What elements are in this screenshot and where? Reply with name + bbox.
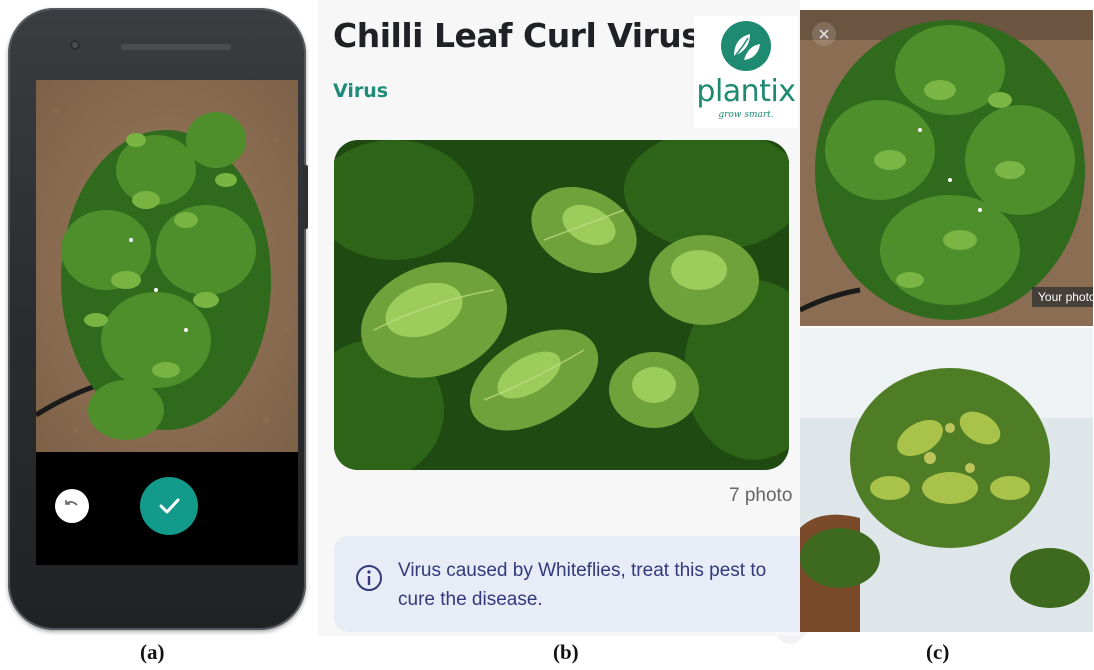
plantix-leaf-logo — [721, 21, 771, 71]
disease-image[interactable] — [334, 140, 789, 470]
caption-a: (a) — [140, 640, 165, 664]
info-icon — [356, 565, 382, 591]
reference-photo[interactable] — [800, 328, 1093, 632]
captured-plant-photo — [36, 80, 298, 452]
caption-c: (c) — [926, 640, 950, 664]
plantix-logo: plantix grow smart. — [694, 16, 798, 128]
logo-wordmark: plantix — [696, 74, 796, 109]
retake-button[interactable] — [55, 489, 89, 523]
disease-title: Chilli Leaf Curl Virus — [333, 16, 701, 55]
confirm-photo-button[interactable] — [140, 477, 198, 535]
caption-b: (b) — [553, 640, 579, 664]
phone-screen — [36, 80, 298, 565]
info-message: Virus caused by Whiteflies, treat this p… — [398, 560, 767, 610]
diagnosis-screen: Chilli Leaf Curl Virus Virus plantix gro… — [318, 0, 800, 636]
logo-tagline: grow smart. — [718, 110, 774, 120]
disease-photo — [334, 140, 789, 470]
close-button[interactable] — [812, 22, 836, 46]
front-camera — [70, 40, 80, 50]
phone-side-button — [303, 165, 308, 229]
phone-device — [8, 8, 306, 630]
photo-comparison: Your photo — [800, 10, 1093, 632]
undo-icon — [65, 500, 78, 506]
disease-category: Virus — [333, 80, 389, 102]
info-banner: Virus caused by Whiteflies, treat this p… — [334, 536, 800, 632]
close-icon — [819, 29, 829, 39]
phone-speaker — [121, 44, 231, 50]
your-photo-label: Your photo — [1032, 287, 1093, 307]
capture-controls — [36, 452, 298, 565]
user-photo[interactable] — [800, 10, 1093, 326]
photo-count[interactable]: 7 photo — [729, 485, 792, 507]
check-icon — [159, 498, 180, 514]
